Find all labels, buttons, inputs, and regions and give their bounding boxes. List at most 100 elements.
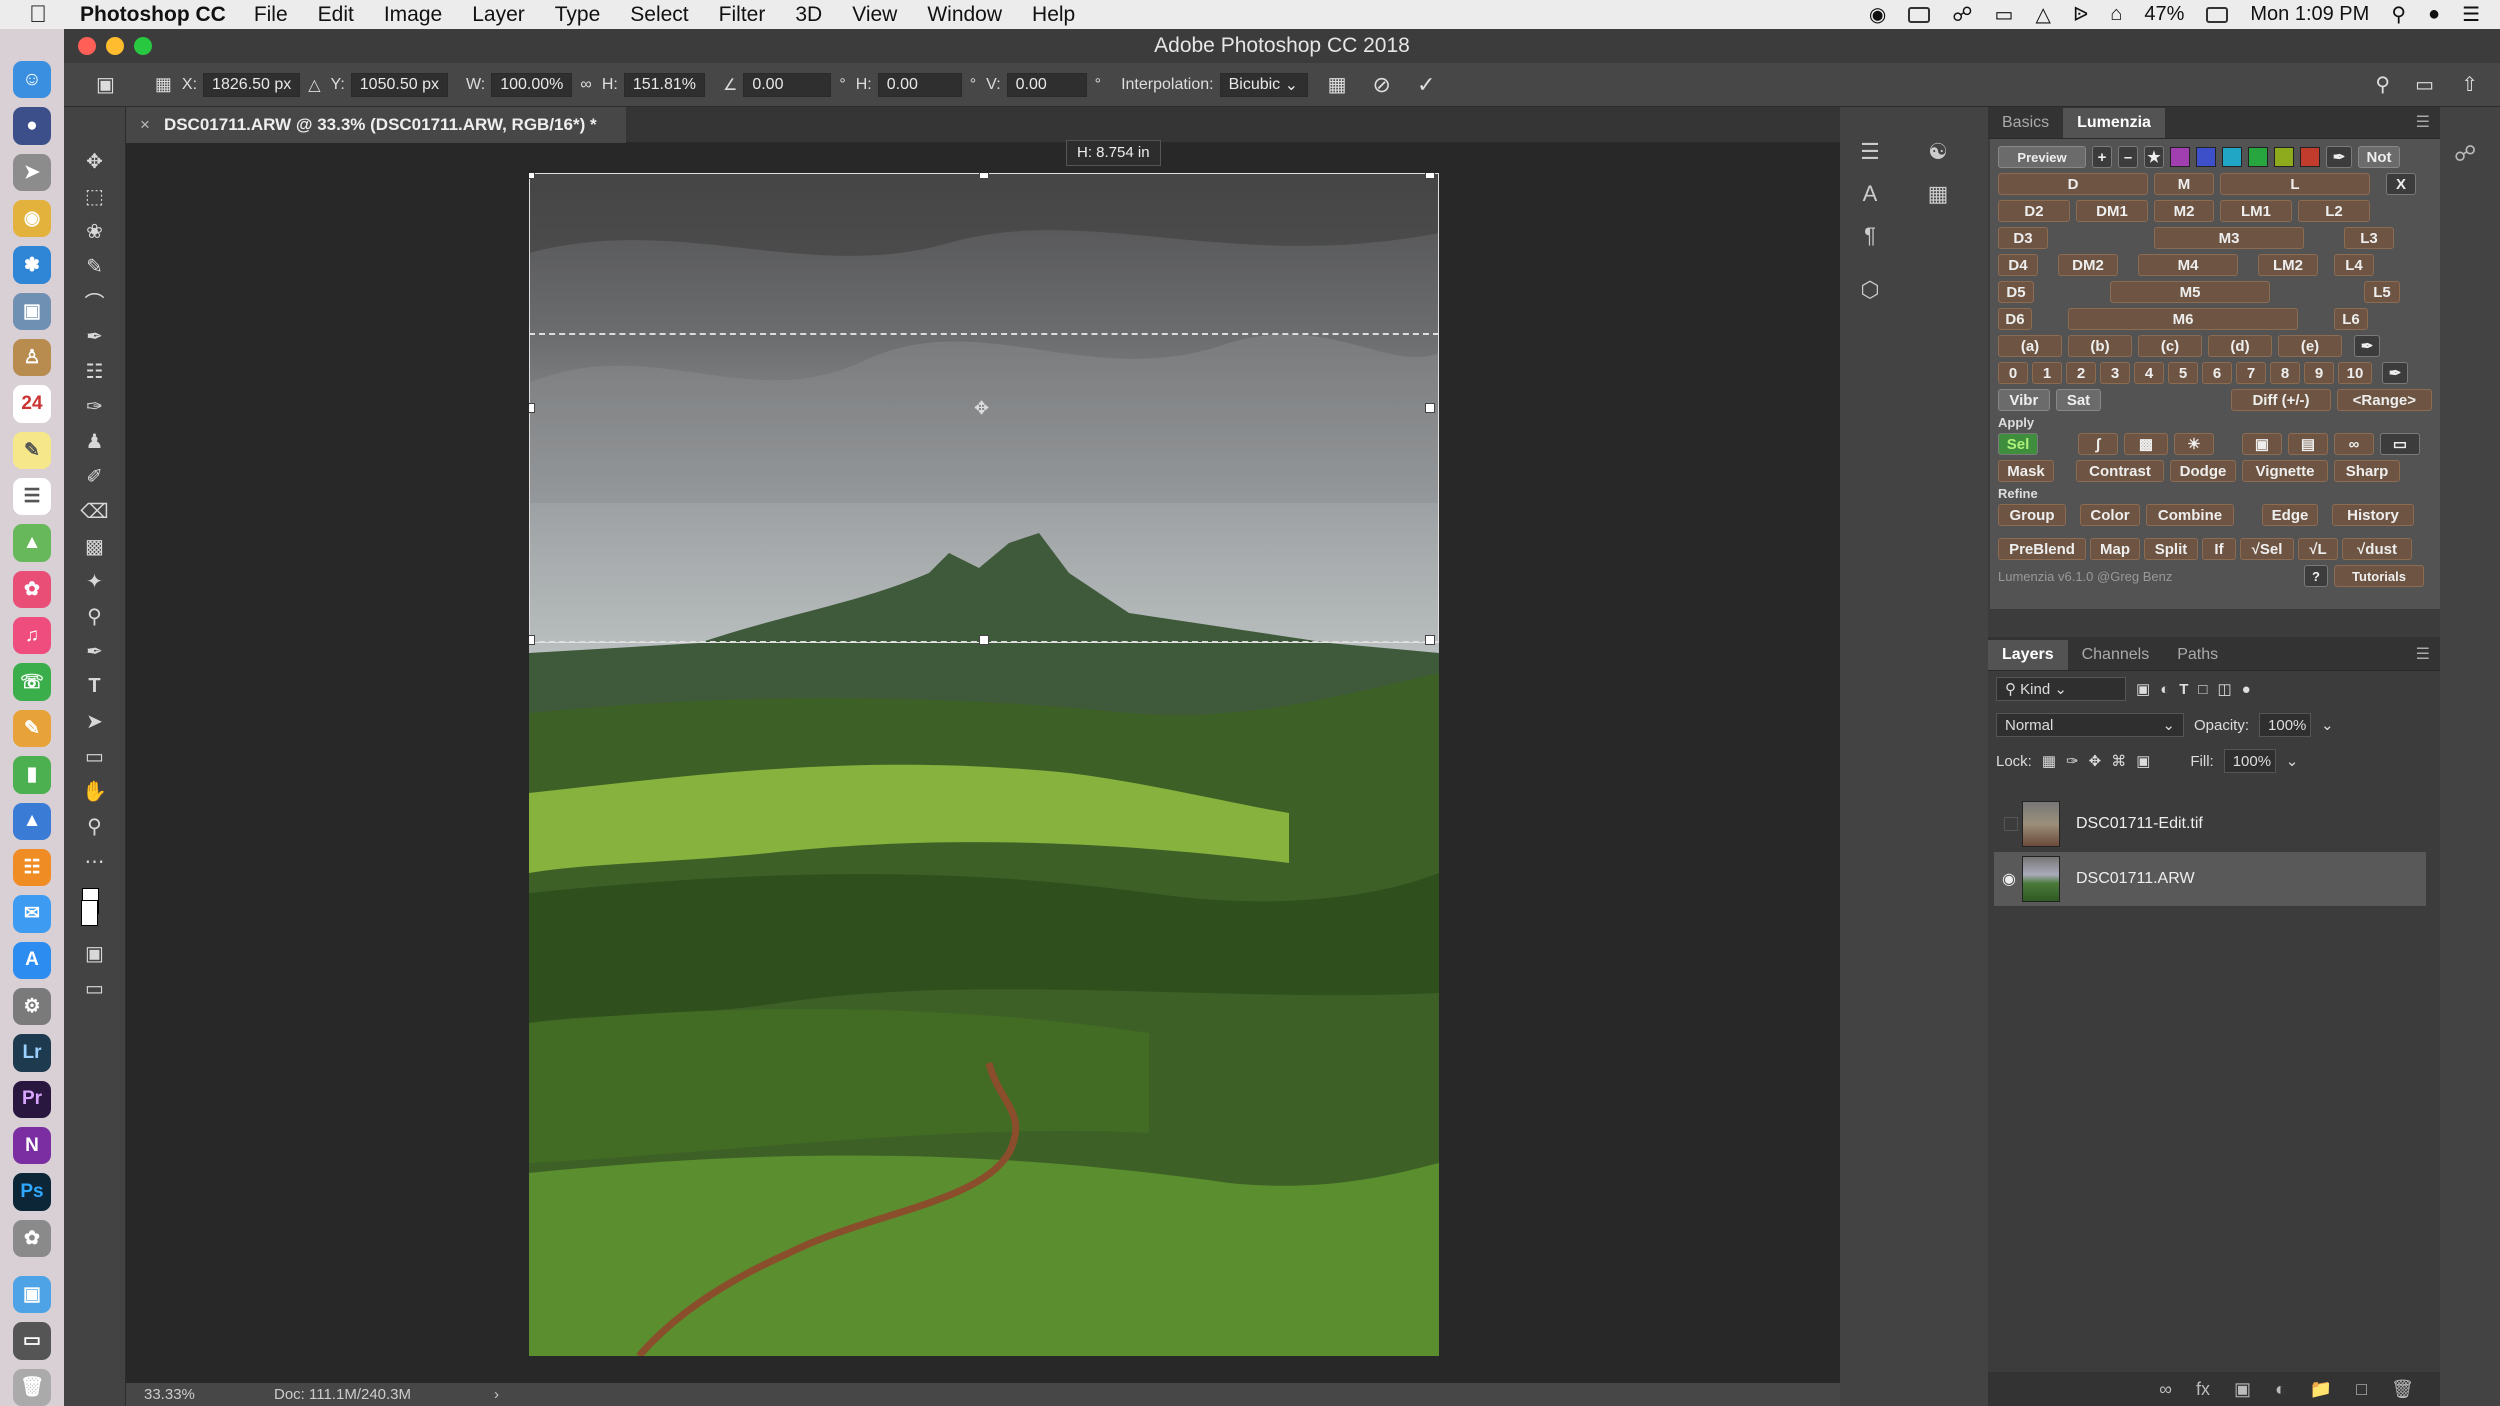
delta-icon[interactable]: △ xyxy=(308,75,320,95)
zone-e-button[interactable]: (e) xyxy=(2278,335,2342,357)
eyedropper-button[interactable]: ✒ xyxy=(2326,146,2352,168)
close-tab-icon[interactable]: × xyxy=(140,115,150,135)
filter-pixel-icon[interactable]: ▣ xyxy=(2136,680,2150,698)
split-button[interactable]: Split xyxy=(2144,538,2198,560)
vignette-button[interactable]: Vignette xyxy=(2242,460,2328,482)
lasso-tool-icon[interactable]: ❀ xyxy=(78,217,112,245)
lum-dm2-button[interactable]: DM2 xyxy=(2058,254,2118,276)
lum-d4-button[interactable]: D4 xyxy=(1998,254,2038,276)
warp-mode-icon[interactable]: ▦ xyxy=(1328,72,1347,97)
path-selection-tool-icon[interactable]: ➤ xyxy=(78,707,112,735)
check-sel-button[interactable]: √Sel xyxy=(2240,538,2294,560)
pages-icon[interactable]: ✎ xyxy=(13,709,51,748)
lightroom-icon[interactable]: Lr xyxy=(13,1034,51,1072)
delete-layer-icon[interactable]: 🗑 xyxy=(2391,1379,2414,1400)
range-button[interactable]: <Range> xyxy=(2336,389,2432,411)
status-menu-arrow-icon[interactable]: › xyxy=(494,1386,499,1403)
preview-select[interactable]: Preview xyxy=(1998,146,2086,168)
lum-l3-button[interactable]: L3 xyxy=(2344,227,2394,249)
lock-position-icon[interactable]: ✥ xyxy=(2089,752,2102,770)
zone-a-button[interactable]: (a) xyxy=(1998,335,2062,357)
tab-lumenzia[interactable]: Lumenzia xyxy=(2063,108,2165,138)
menu-type[interactable]: Type xyxy=(555,3,601,27)
opacity-field[interactable]: 100% xyxy=(2259,713,2312,737)
lum-m6-button[interactable]: M6 xyxy=(2068,308,2298,330)
3d-panel-icon[interactable]: ⬡ xyxy=(1855,275,1885,305)
preview-icon[interactable]: ▣ xyxy=(13,292,51,331)
more-tools-icon[interactable]: ⋯ xyxy=(78,847,112,875)
hand-tool-icon[interactable]: ✋ xyxy=(78,777,112,805)
zoom-level[interactable]: 33.33% xyxy=(144,1386,274,1403)
vertical-skew-field[interactable]: 0.00 xyxy=(1006,72,1087,97)
battery-percent[interactable]: 47% xyxy=(2144,3,2184,26)
contacts-icon[interactable]: ♙ xyxy=(13,339,51,377)
healing-brush-tool-icon[interactable]: ☷ xyxy=(78,357,112,385)
transform-tool-icon[interactable]: ▣ xyxy=(96,72,115,97)
interpolation-select[interactable]: Bicubic ⌄ xyxy=(1219,72,1308,97)
finder-icon[interactable]: ☺ xyxy=(13,61,51,99)
tutorials-button[interactable]: Tutorials xyxy=(2334,565,2424,587)
visibility-toggle-off[interactable] xyxy=(2004,817,2018,831)
launchpad-icon[interactable]: ➤ xyxy=(13,153,51,192)
lum-l5-button[interactable]: L5 xyxy=(2364,281,2400,303)
zoom-tool-icon[interactable]: ⚲ xyxy=(78,812,112,840)
premiere-icon[interactable]: Pr xyxy=(13,1080,51,1118)
clone-stamp-tool-icon[interactable]: ♟ xyxy=(78,427,112,455)
transform-handle-bottom[interactable] xyxy=(979,635,989,645)
adjustment-layer-icon[interactable]: ◐ xyxy=(2275,1379,2286,1400)
lum-lm1-button[interactable]: LM1 xyxy=(2220,200,2292,222)
new-layer-icon[interactable]: □ xyxy=(2356,1379,2367,1400)
lum-l-button[interactable]: L xyxy=(2220,173,2370,195)
clock[interactable]: Mon 1:09 PM xyxy=(2250,3,2369,26)
tab-channels[interactable]: Channels xyxy=(2068,640,2164,670)
workspace-icon[interactable]: ▭ xyxy=(2415,72,2434,97)
check-dust-button[interactable]: √dust xyxy=(2342,538,2412,560)
brightness-icon-button[interactable]: ☀ xyxy=(2174,433,2214,455)
menu-layer[interactable]: Layer xyxy=(472,3,525,27)
rectangle-tool-icon[interactable]: ▭ xyxy=(78,742,112,770)
filter-type-icon[interactable]: T xyxy=(2179,681,2188,698)
filter-smart-object-icon[interactable]: ◫ xyxy=(2217,680,2231,698)
zone-d-button[interactable]: (d) xyxy=(2208,335,2272,357)
reminders-icon[interactable]: ☰ xyxy=(13,478,51,516)
apple-icon[interactable]:  xyxy=(18,1,58,29)
tab-basics[interactable]: Basics xyxy=(1988,108,2063,138)
paragraph-panel-icon[interactable]: ¶ xyxy=(1855,221,1885,251)
plus-button[interactable]: + xyxy=(2092,146,2112,168)
zone-0-button[interactable]: 0 xyxy=(1998,362,2028,384)
zone-3-button[interactable]: 3 xyxy=(2100,362,2130,384)
add-mask-icon[interactable]: ▣ xyxy=(2234,1379,2251,1400)
creative-cloud-libraries-icon[interactable]: ☍ xyxy=(2454,141,2476,167)
history-panel-icon[interactable]: ☰ xyxy=(1855,137,1885,167)
blend-mode-select[interactable]: Normal ⌄ xyxy=(1996,713,2184,737)
app-store-icon[interactable]: A xyxy=(13,941,51,979)
if-button[interactable]: If xyxy=(2202,538,2236,560)
y-position-field[interactable]: 1050.50 px xyxy=(350,72,448,97)
tab-layers[interactable]: Layers xyxy=(1988,640,2068,670)
lum-d5-button[interactable]: D5 xyxy=(1998,281,2034,303)
screen-recording-icon[interactable]: ▭ xyxy=(13,1322,51,1360)
menu-window[interactable]: Window xyxy=(927,3,1002,27)
sat-button[interactable]: Sat xyxy=(2055,389,2102,411)
transform-handle-top[interactable] xyxy=(979,173,989,179)
facetime-icon[interactable]: ☏ xyxy=(13,663,51,701)
notification-center-icon[interactable]: ☰ xyxy=(2462,2,2480,27)
sharp-button[interactable]: Sharp xyxy=(2334,460,2400,482)
link-icon[interactable]: ∞ xyxy=(580,76,591,94)
zone-10-button[interactable]: 10 xyxy=(2338,362,2372,384)
filter-shape-icon[interactable]: □ xyxy=(2198,681,2207,698)
eye-icon[interactable]: ◉ xyxy=(2002,869,2016,889)
app-menu[interactable]: Photoshop CC xyxy=(80,3,226,27)
crop-tool-icon[interactable]: ⌒ xyxy=(78,287,112,315)
x-position-field[interactable]: 1826.50 px xyxy=(203,72,301,97)
rotation-field[interactable]: 0.00 xyxy=(743,72,832,97)
onenote-icon[interactable]: N xyxy=(13,1126,51,1165)
color-swatch-blue[interactable] xyxy=(2196,147,2216,167)
mask-button[interactable]: Mask xyxy=(1998,460,2054,482)
zone-c-button[interactable]: (c) xyxy=(2138,335,2202,357)
layer-name[interactable]: DSC01711-Edit.tif xyxy=(2076,815,2203,833)
contrast-button[interactable]: Contrast xyxy=(2076,460,2164,482)
lock-all-icon[interactable]: ▣ xyxy=(2136,752,2150,770)
books-icon[interactable]: ☷ xyxy=(13,848,51,887)
photo-canvas[interactable]: ✥ xyxy=(529,173,1439,1356)
